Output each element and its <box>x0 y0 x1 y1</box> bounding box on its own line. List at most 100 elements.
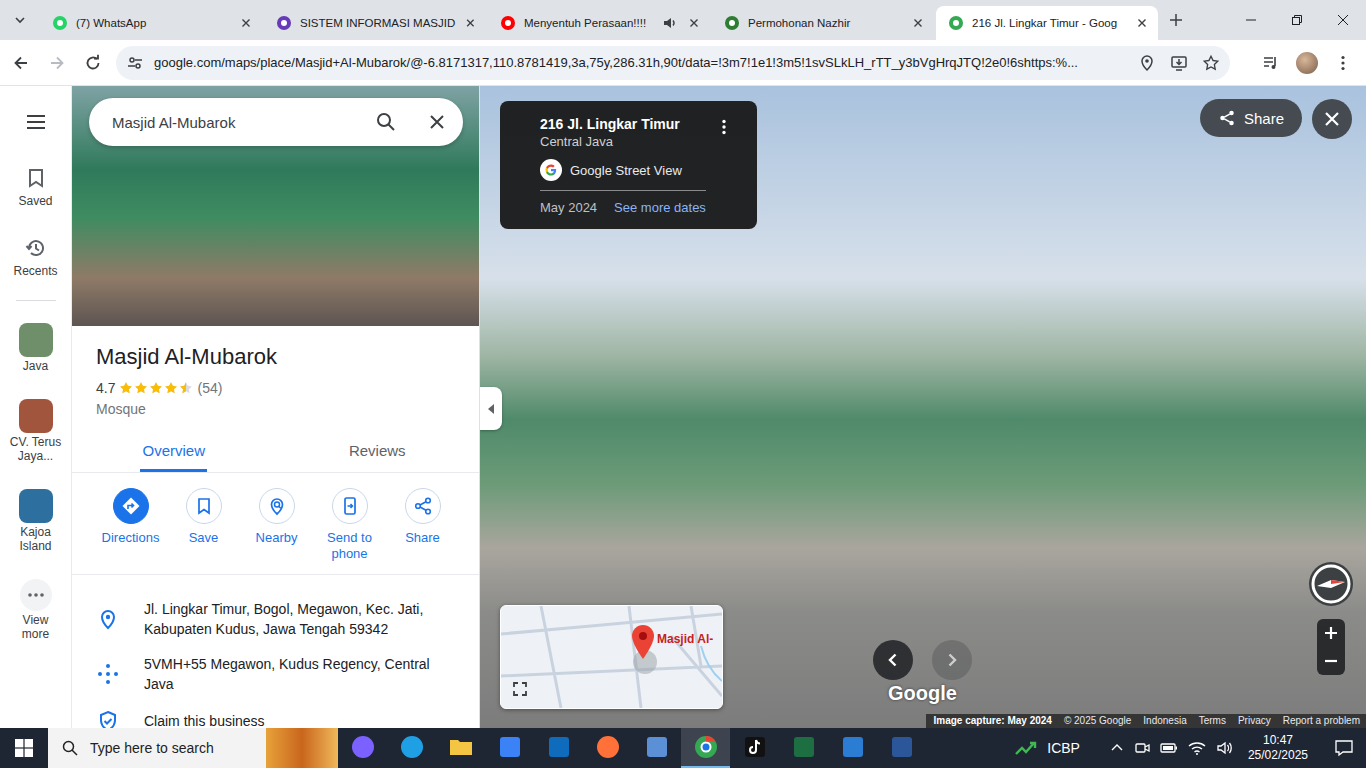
taskbar-app[interactable] <box>436 728 485 768</box>
address-bar[interactable]: google.com/maps/place/Masjid+Al-Mubarok/… <box>116 46 1230 80</box>
action-button[interactable]: Share <box>386 488 459 562</box>
kebab-icon[interactable] <box>715 118 733 136</box>
clock[interactable]: 10:4725/02/2025 <box>1244 733 1312 763</box>
street-nav-button[interactable] <box>932 640 972 680</box>
search-box[interactable]: Masjid Al-Mubarok <box>89 98 463 146</box>
tab-search-button[interactable] <box>6 6 34 34</box>
taskbar-app[interactable] <box>632 728 681 768</box>
stock-widget[interactable]: ICBP <box>1015 740 1080 756</box>
taskbar-app[interactable] <box>828 728 877 768</box>
reload-button[interactable] <box>76 46 110 80</box>
place-category[interactable]: Mosque <box>96 399 455 419</box>
browser-tab[interactable]: 216 Jl. Lingkar Timur - Goog <box>936 6 1158 40</box>
info-row[interactable]: Jl. Lingkar Timur, Bogol, Megawon, Kec. … <box>96 599 455 639</box>
taskbar-app[interactable] <box>534 728 583 768</box>
restore-button[interactable] <box>1274 0 1320 40</box>
browser-tab[interactable]: Permohonan Nazhir <box>712 6 934 40</box>
notification-button[interactable] <box>1322 728 1366 768</box>
taskbar-app[interactable] <box>877 728 926 768</box>
street-nav-button[interactable] <box>873 640 913 680</box>
rail-item[interactable]: Recents <box>8 230 64 282</box>
browser-tab[interactable]: Menyentuh Perasaan!!!! <box>488 6 710 40</box>
action-label: Nearby <box>256 530 298 546</box>
taskbar-app[interactable] <box>338 728 387 768</box>
place-photo[interactable]: Masjid Al-Mubarok <box>72 86 479 326</box>
divider <box>540 190 706 191</box>
footer-link[interactable]: © 2025 Google <box>1064 715 1131 727</box>
taskbar-app[interactable] <box>387 728 436 768</box>
minimize-button[interactable] <box>1228 0 1274 40</box>
pin-icon <box>96 607 120 631</box>
meet-now-icon[interactable] <box>1134 740 1150 756</box>
taskbar-app[interactable] <box>730 728 779 768</box>
action-button[interactable]: Send to phone <box>313 488 386 562</box>
menu-button[interactable] <box>16 102 56 142</box>
zoom-in-button[interactable] <box>1317 619 1345 647</box>
street-view[interactable]: 216 Jl. Lingkar TimurCentral JavaGoogle … <box>480 86 1366 728</box>
browser-tab[interactable]: SISTEM INFORMASI MASJID <box>264 6 486 40</box>
speaker-icon[interactable] <box>662 15 678 31</box>
taskbar-search[interactable]: Type here to search <box>48 728 338 768</box>
url-text[interactable]: google.com/maps/place/Masjid+Al-Mubarok/… <box>154 55 1128 70</box>
footer-link[interactable]: Report a problem <box>1283 715 1360 727</box>
close-tab-icon[interactable] <box>463 15 478 31</box>
media-controls-button[interactable] <box>1254 46 1288 80</box>
wifi-icon[interactable] <box>1188 740 1206 756</box>
action-button[interactable]: Directions <box>94 488 167 562</box>
chrome-menu-button[interactable] <box>1326 46 1360 80</box>
close-tab-icon[interactable] <box>686 15 702 31</box>
battery-icon[interactable] <box>1160 740 1178 756</box>
rail-item[interactable]: Saved <box>8 160 64 212</box>
footer-link[interactable]: Image capture: May 2024 <box>934 715 1052 727</box>
close-tab-icon[interactable] <box>1134 15 1150 31</box>
taskbar-app[interactable] <box>583 728 632 768</box>
close-street-view-button[interactable] <box>1312 99 1352 139</box>
see-more-dates-link[interactable]: See more dates <box>614 199 706 217</box>
minimap[interactable]: Masjid Al- <box>500 605 723 709</box>
collapse-panel-button[interactable] <box>480 387 502 430</box>
search-input[interactable]: Masjid Al-Mubarok <box>112 114 345 131</box>
share-button[interactable]: Share <box>1200 99 1302 137</box>
panel-tab[interactable]: Overview <box>72 430 276 472</box>
rating[interactable]: 4.7(54) <box>96 378 455 398</box>
start-button[interactable] <box>0 728 48 768</box>
zoom-out-button[interactable] <box>1317 647 1345 675</box>
location-icon[interactable] <box>1138 54 1156 72</box>
volume-icon[interactable] <box>1216 740 1234 756</box>
footer-link[interactable]: Terms <box>1199 715 1226 727</box>
compass[interactable] <box>1307 560 1355 608</box>
clear-search-icon[interactable] <box>427 112 447 132</box>
close-tab-icon[interactable] <box>910 15 926 31</box>
info-row[interactable]: Claim this business <box>96 709 455 728</box>
info-row[interactable]: 5VMH+55 Megawon, Kudus Regency, Central … <box>96 654 455 694</box>
close-window-button[interactable] <box>1320 0 1366 40</box>
rail-item[interactable]: View more <box>8 575 64 645</box>
site-info-icon[interactable] <box>126 54 144 72</box>
chevron-up-icon[interactable] <box>1110 741 1124 755</box>
browser-tab[interactable]: (7) WhatsApp <box>40 6 262 40</box>
rail-item[interactable]: Java <box>8 319 64 377</box>
bookmark-star-icon[interactable] <box>1202 54 1220 72</box>
taskbar-app[interactable] <box>779 728 828 768</box>
action-button[interactable]: Save <box>167 488 240 562</box>
new-tab-button[interactable] <box>1162 6 1190 34</box>
zoom-controls <box>1317 619 1345 675</box>
close-tab-icon[interactable] <box>238 15 254 31</box>
taskbar-app[interactable] <box>681 728 730 768</box>
action-label: Share <box>405 530 440 546</box>
install-app-icon[interactable] <box>1170 54 1188 72</box>
back-button[interactable] <box>4 46 38 80</box>
rail-item[interactable]: Kajoa Island <box>8 485 64 557</box>
footer-link[interactable]: Indonesia <box>1143 715 1186 727</box>
footer-link[interactable]: Privacy <box>1238 715 1271 727</box>
search-highlight-image[interactable] <box>266 728 338 768</box>
forward-button[interactable] <box>40 46 74 80</box>
action-button[interactable]: Nearby <box>240 488 313 562</box>
rail-item[interactable]: CV. Terus Jaya... <box>8 395 64 467</box>
taskbar-app[interactable] <box>485 728 534 768</box>
expand-icon[interactable] <box>512 681 528 697</box>
panel-tab[interactable]: Reviews <box>276 430 480 472</box>
profile-button[interactable] <box>1290 46 1324 80</box>
search-icon[interactable] <box>375 111 397 133</box>
review-count[interactable]: (54) <box>197 378 222 398</box>
